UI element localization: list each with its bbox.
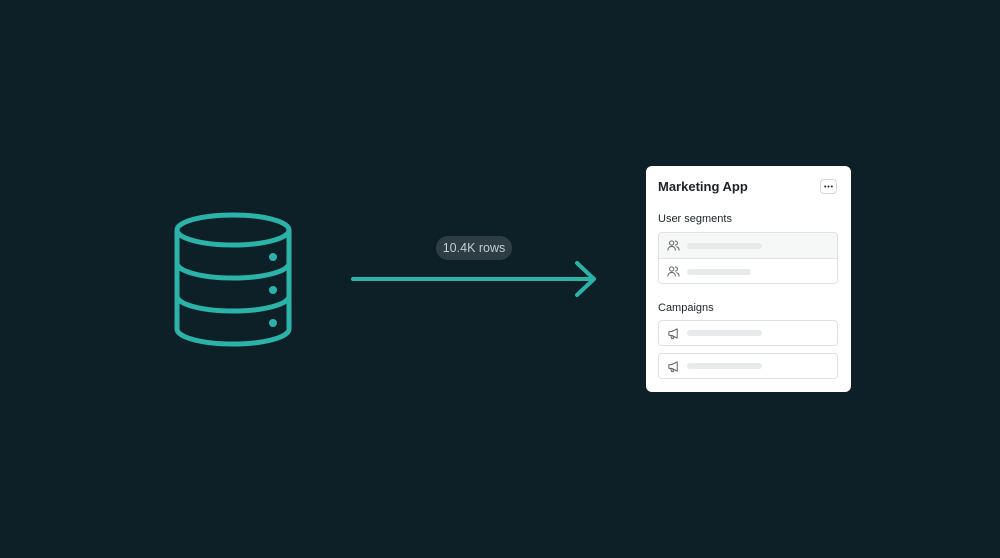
flow-arrow (351, 261, 596, 297)
row-count-badge: 10.4K rows (436, 236, 512, 260)
marketing-app-card: Marketing App User segments Campaigns (646, 166, 851, 392)
user-segment-row[interactable] (659, 233, 837, 259)
user-segments-heading: User segments (658, 213, 732, 225)
user-segment-row[interactable] (659, 259, 837, 283)
placeholder-bar (687, 363, 762, 369)
users-icon (667, 240, 680, 251)
campaign-row[interactable] (658, 320, 838, 346)
campaigns-heading: Campaigns (658, 302, 714, 314)
campaign-row[interactable] (658, 353, 838, 379)
placeholder-bar (687, 268, 751, 275)
database-icon (174, 212, 292, 347)
users-icon (667, 266, 680, 277)
megaphone-icon (668, 360, 678, 372)
placeholder-bar (687, 330, 762, 336)
user-segments-list (658, 232, 838, 284)
more-options-button[interactable] (820, 179, 837, 194)
more-horizontal-icon (824, 185, 833, 188)
card-title: Marketing App (658, 179, 748, 194)
megaphone-icon (668, 327, 678, 339)
placeholder-bar (687, 242, 762, 249)
